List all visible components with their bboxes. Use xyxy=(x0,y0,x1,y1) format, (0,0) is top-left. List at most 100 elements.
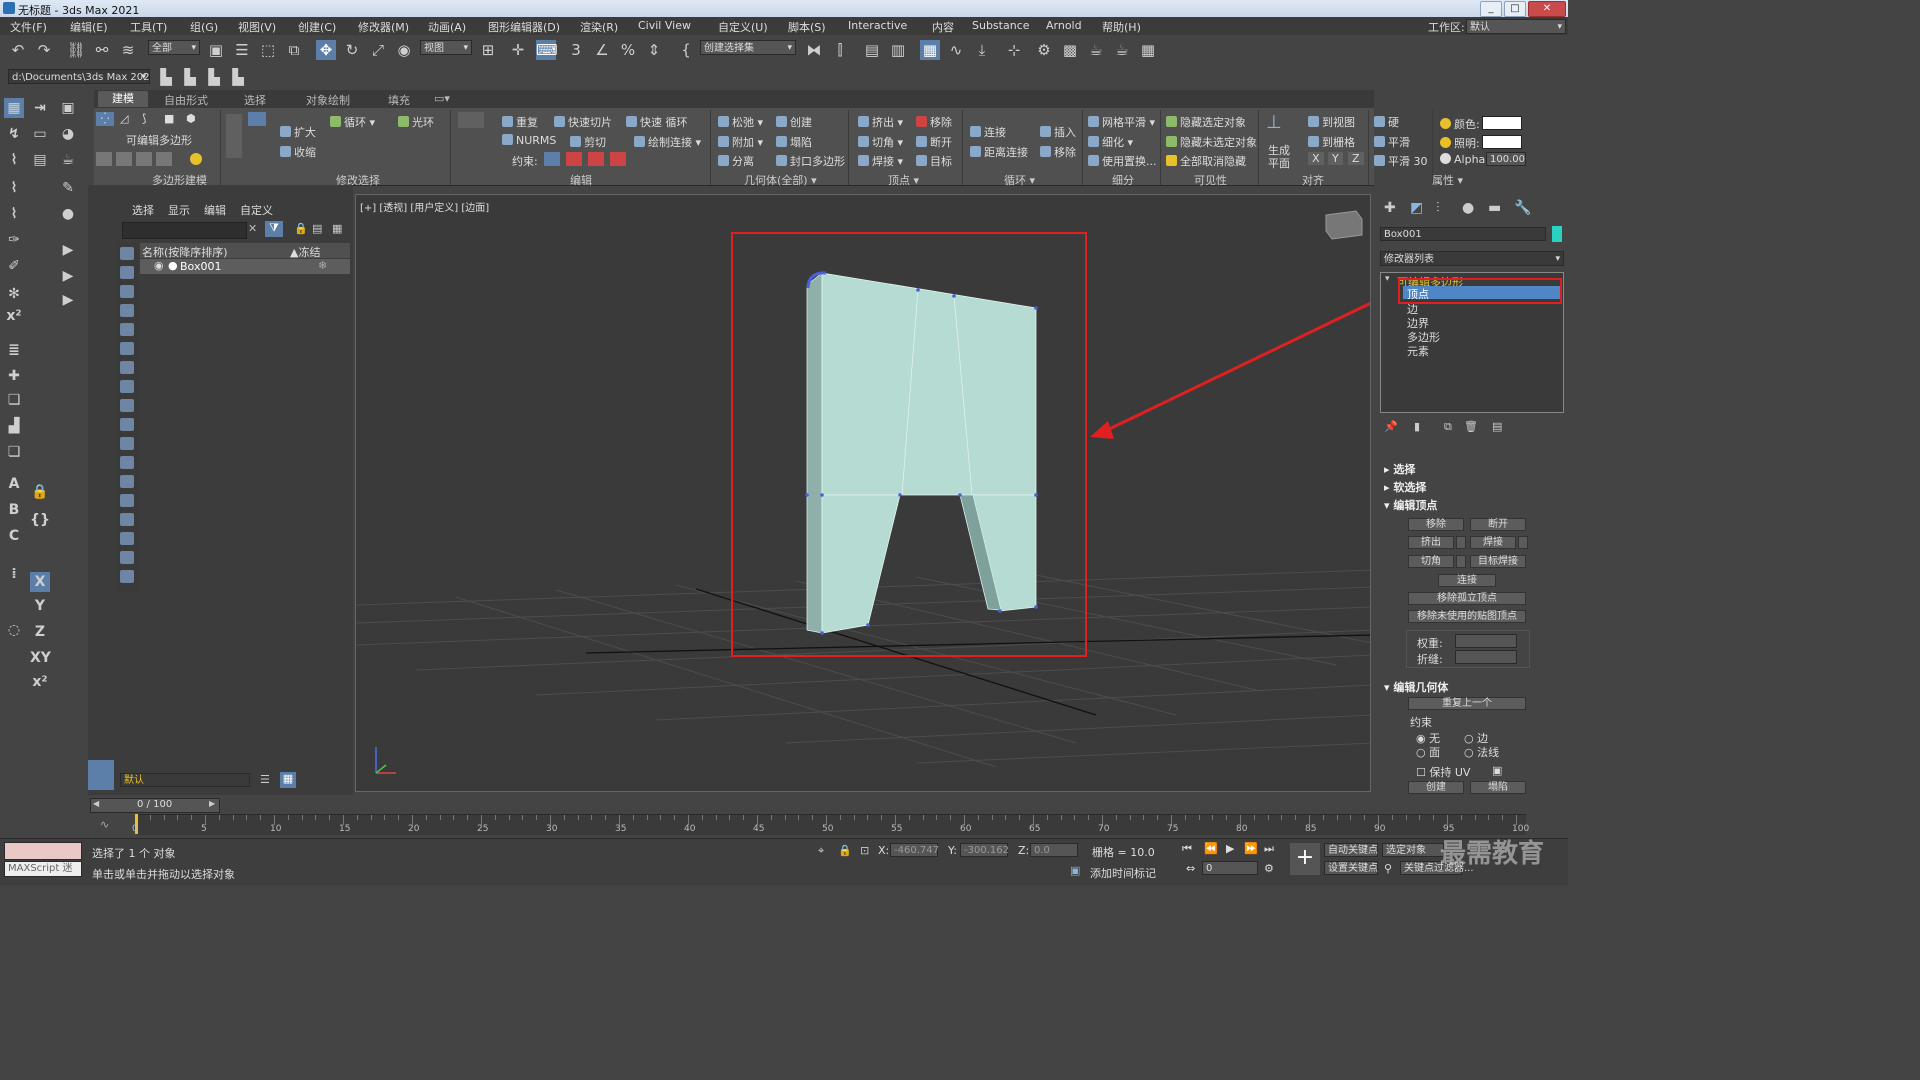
dots-icon[interactable]: ⁞ xyxy=(4,564,24,584)
selection-filter-dropdown[interactable]: 全部 xyxy=(148,40,200,55)
use-displace-button[interactable]: 使用置换... xyxy=(1088,153,1157,169)
vertex-mode-icon[interactable]: ⁛ xyxy=(96,112,114,126)
circle-select-icon[interactable]: ◌ xyxy=(4,620,24,640)
menu-item-2[interactable]: 工具(T) xyxy=(130,19,167,35)
align-icon[interactable]: ⫿ xyxy=(830,40,850,60)
project-settings-icon[interactable]: ▙ xyxy=(228,67,248,87)
select-object-icon[interactable]: ▣ xyxy=(206,40,226,60)
isolate-icon[interactable]: ⌖ xyxy=(818,844,824,858)
manipulate-icon[interactable]: ✛ xyxy=(508,40,528,60)
scene-filter-icon[interactable] xyxy=(120,399,134,412)
lasso-icon[interactable]: ↯ xyxy=(4,124,24,144)
maximize-button[interactable]: □ xyxy=(1504,1,1526,17)
project-path-dropdown[interactable]: d:\Documents\3ds Max 2021 xyxy=(8,69,150,84)
curve-toggle-icon[interactable]: ∿ xyxy=(100,818,109,831)
snap-3d-icon[interactable]: 3 xyxy=(566,40,586,60)
layer-swatch-icon[interactable] xyxy=(88,760,114,790)
extrude-panel-button[interactable]: 挤出 xyxy=(1408,536,1454,549)
render-setup-icon[interactable]: ⚙ xyxy=(1034,40,1054,60)
visibility-eye-icon[interactable]: ◉ xyxy=(154,259,164,272)
create-button[interactable]: 创建 xyxy=(776,114,812,130)
reference-coord-dropdown[interactable]: 视图 xyxy=(420,40,472,55)
scene-filter-icon[interactable] xyxy=(120,456,134,469)
scene-tab-customize[interactable]: 自定义 xyxy=(240,202,273,218)
lock-icon[interactable]: 🔒 xyxy=(30,482,50,502)
layer-dropdown[interactable]: 默认 xyxy=(120,773,250,787)
minimize-button[interactable]: _ xyxy=(1480,1,1502,17)
paintconnect-button[interactable]: 绘制连接 ▾ xyxy=(634,134,701,150)
hide-selected-button[interactable]: 隐藏选定对象 xyxy=(1166,114,1246,130)
freeze-column-header[interactable]: ▲冻结 xyxy=(290,244,320,260)
spinner-snap-icon[interactable]: ⇕ xyxy=(644,40,664,60)
angle-snap-icon[interactable]: ∠ xyxy=(592,40,612,60)
scene-filter-icon[interactable] xyxy=(120,247,134,260)
collapse-button[interactable]: 塌陷 xyxy=(776,134,812,150)
close-button[interactable]: ✕ xyxy=(1528,1,1566,17)
edge-tool-icon[interactable]: ⌇ xyxy=(4,204,24,224)
menu-item-8[interactable]: 图形编辑器(D) xyxy=(488,19,560,35)
pin-stack-icon[interactable]: 📌 xyxy=(1384,420,1398,433)
cut-button[interactable]: 剪切 xyxy=(570,134,606,150)
text-c-icon[interactable]: C xyxy=(4,526,24,546)
link-icon[interactable]: ⛓ xyxy=(66,40,86,60)
weld-button[interactable]: 焊接 ▾ xyxy=(858,153,903,169)
viewport-label[interactable]: [+] [透视] [用户定义] [边面] xyxy=(360,199,489,214)
next-frame-icon[interactable]: ⏩ xyxy=(1244,842,1258,855)
xform-icon[interactable]: x² xyxy=(4,306,24,326)
list-icon[interactable]: ≣ xyxy=(4,340,24,360)
sphere-icon[interactable]: ● xyxy=(58,204,78,224)
scene-search-input[interactable] xyxy=(122,222,247,239)
illum-swatch[interactable] xyxy=(1482,135,1522,149)
scene-filter-icon[interactable] xyxy=(120,437,134,450)
scene-filter-icon[interactable] xyxy=(120,418,134,431)
break-button[interactable]: 断开 xyxy=(916,134,952,150)
constraint-normal-radio[interactable]: ○ 法线 xyxy=(1464,744,1499,760)
window-crossing-icon[interactable]: ⧉ xyxy=(284,40,304,60)
draw-icon[interactable]: ✐ xyxy=(4,256,24,276)
rollout-selection[interactable]: ▸ 选择 xyxy=(1384,461,1415,477)
hierarchy-tab-icon[interactable]: ⫶ xyxy=(1436,200,1440,216)
modsel-active-icon[interactable] xyxy=(248,112,266,126)
ribbon-tab-populate[interactable]: 填充 xyxy=(388,92,410,108)
pen-icon[interactable]: ✑ xyxy=(4,230,24,250)
remove-unused-map-button[interactable]: 移除未使用的贴图顶点 xyxy=(1408,610,1526,623)
rollout-soft-selection[interactable]: ▸ 软选择 xyxy=(1384,479,1426,495)
add-time-tag[interactable]: 添加时间标记 xyxy=(1090,865,1156,881)
menu-item-14[interactable]: 内容 xyxy=(932,19,954,35)
rect-selection-icon[interactable]: ⬚ xyxy=(258,40,278,60)
menu-item-17[interactable]: 帮助(H) xyxy=(1102,19,1141,35)
utilities-tab-icon[interactable]: 🔧 xyxy=(1514,200,1531,216)
modify-tab-icon[interactable]: ◩ xyxy=(1410,200,1423,216)
unhide-all-button[interactable]: 全部取消隐藏 xyxy=(1166,153,1246,169)
project-folder-icon[interactable]: ▙ xyxy=(156,67,176,87)
configure-sets-icon[interactable]: ▤ xyxy=(1492,420,1502,433)
align-y-button[interactable]: Y xyxy=(1328,152,1343,165)
scene-filter-icon[interactable] xyxy=(120,551,134,564)
viewport-canvas[interactable] xyxy=(356,195,1371,792)
align-x-button[interactable]: X xyxy=(1308,152,1324,165)
to-grid-button[interactable]: 到栅格 xyxy=(1308,134,1355,150)
viewcube[interactable] xyxy=(1325,210,1363,240)
rotate-icon[interactable]: ↻ xyxy=(342,40,362,60)
connect-panel-button[interactable]: 连接 xyxy=(1438,574,1496,587)
brush-icon[interactable]: ✎ xyxy=(58,178,78,198)
grow-button[interactable]: 扩大 xyxy=(280,124,316,140)
rollout-edit-vertices[interactable]: ▾ 编辑顶点 xyxy=(1384,497,1437,513)
move-icon[interactable]: ✥ xyxy=(316,40,336,60)
axis-xy-icon[interactable]: XY xyxy=(30,648,51,668)
object-color-swatch[interactable] xyxy=(1552,226,1562,242)
goto-end-icon[interactable]: ⏭ xyxy=(1264,842,1274,856)
model-box001[interactable] xyxy=(805,271,1038,635)
scene-filter-icon[interactable] xyxy=(120,513,134,526)
menu-item-6[interactable]: 修改器(M) xyxy=(358,19,409,35)
quickloop-button[interactable]: 快速 循环 xyxy=(626,114,688,130)
time-prev-icon[interactable]: ◀ xyxy=(93,799,99,808)
target-weld-panel-button[interactable]: 目标焊接 xyxy=(1470,555,1526,568)
menu-item-9[interactable]: 渲染(R) xyxy=(580,19,618,35)
edit-panel-icon[interactable] xyxy=(458,112,484,128)
menu-item-5[interactable]: 创建(C) xyxy=(298,19,336,35)
break-panel-button[interactable]: 断开 xyxy=(1470,518,1526,531)
motion-tab-icon[interactable]: ● xyxy=(1462,200,1474,216)
workspace-dropdown[interactable]: 默认 xyxy=(1466,19,1566,34)
pivot-icon[interactable]: ⊞ xyxy=(478,40,498,60)
